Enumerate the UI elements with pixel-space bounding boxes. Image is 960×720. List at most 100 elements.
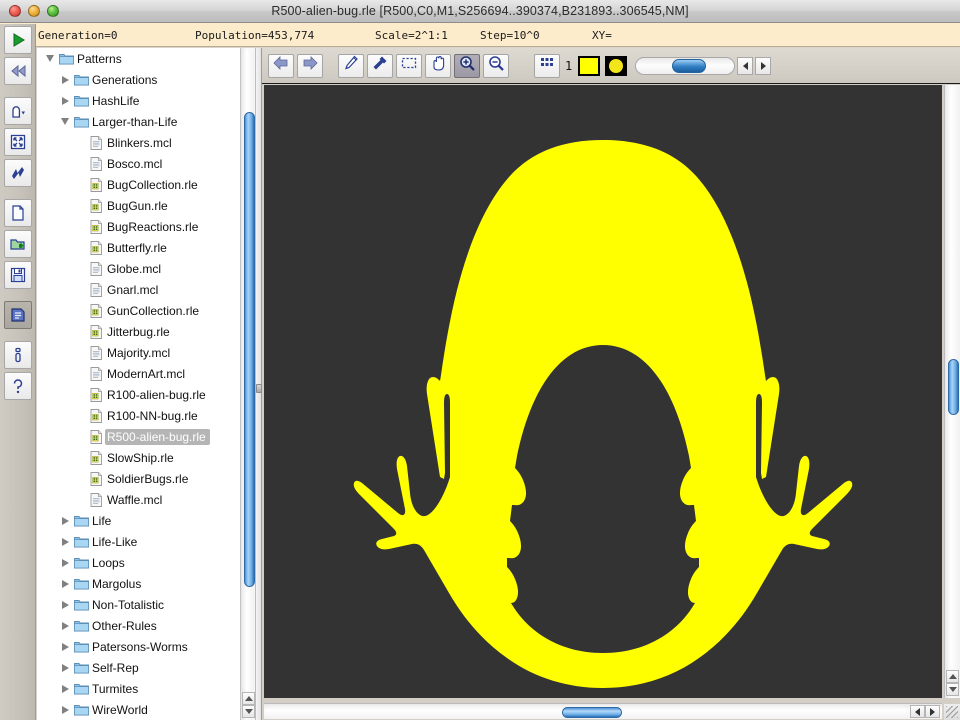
- vscroll-thumb[interactable]: [948, 359, 959, 415]
- scroll-arrows[interactable]: [242, 692, 255, 718]
- canvas-scroll-down-arrow-icon[interactable]: [946, 683, 959, 696]
- tree-item[interactable]: Larger-than-Life: [37, 111, 258, 132]
- disclosure-triangle-icon[interactable]: [58, 706, 72, 714]
- tree-item[interactable]: Majority.mcl: [37, 342, 258, 363]
- window-controls[interactable]: [9, 5, 59, 17]
- tree-item[interactable]: Non-Totalistic: [37, 594, 258, 615]
- pick-tool[interactable]: [367, 54, 393, 78]
- tree-item[interactable]: R100-NN-bug.rle: [37, 405, 258, 426]
- tree-item[interactable]: Loops: [37, 552, 258, 573]
- tree-item[interactable]: SoldierBugs.rle: [37, 468, 258, 489]
- scroll-down-arrow-icon[interactable]: [242, 705, 255, 718]
- show-patterns-button[interactable]: [4, 301, 32, 329]
- tree-item[interactable]: Margolus: [37, 573, 258, 594]
- disclosure-triangle-icon[interactable]: [58, 517, 72, 525]
- minimize-icon[interactable]: [28, 5, 40, 17]
- status-bar[interactable]: Generation=0 Population=453,774 Scale=2^…: [0, 23, 960, 47]
- disclosure-triangle-icon[interactable]: [58, 622, 72, 630]
- disclosure-triangle-icon[interactable]: [58, 76, 72, 84]
- vscroll-arrows[interactable]: [946, 670, 959, 696]
- tree-item[interactable]: Waffle.mcl: [37, 489, 258, 510]
- tree-item[interactable]: Patersons-Worms: [37, 636, 258, 657]
- resize-grip[interactable]: [944, 704, 960, 720]
- tree-item[interactable]: Butterfly.rle: [37, 237, 258, 258]
- scroll-up-arrow-icon[interactable]: [242, 692, 255, 705]
- canvas-scroll-right-arrow-icon[interactable]: [925, 705, 940, 718]
- tree-item[interactable]: Generations: [37, 69, 258, 90]
- disclosure-triangle-icon[interactable]: [58, 601, 72, 609]
- hscroll-track[interactable]: [266, 705, 906, 718]
- disclosure-triangle-icon[interactable]: [58, 538, 72, 546]
- pattern-canvas[interactable]: [264, 85, 942, 698]
- hscroll-thumb[interactable]: [562, 707, 622, 718]
- open-pattern-button[interactable]: [4, 230, 32, 258]
- draw-color-swatch[interactable]: [605, 56, 627, 76]
- slider-increment-button[interactable]: [755, 57, 771, 75]
- tree-item[interactable]: Other-Rules: [37, 615, 258, 636]
- move-tool[interactable]: [425, 54, 451, 78]
- maximize-icon[interactable]: [47, 5, 59, 17]
- tree-item[interactable]: Patterns: [37, 48, 258, 69]
- disclosure-triangle-icon[interactable]: [58, 580, 72, 588]
- tree-item[interactable]: BugReactions.rle: [37, 216, 258, 237]
- eyedropper-icon: [371, 54, 389, 77]
- tree-item[interactable]: GunCollection.rle: [37, 300, 258, 321]
- zoom-in-tool[interactable]: [454, 54, 480, 78]
- tree-item[interactable]: HashLife: [37, 90, 258, 111]
- scroll-track[interactable]: [242, 50, 254, 690]
- disclosure-triangle-icon[interactable]: [58, 559, 72, 567]
- redo-button[interactable]: [297, 54, 323, 78]
- canvas-scroll-up-arrow-icon[interactable]: [946, 670, 959, 683]
- rule-button[interactable]: [4, 97, 32, 125]
- tree-item[interactable]: Life: [37, 510, 258, 531]
- disclosure-triangle-icon[interactable]: [43, 55, 57, 62]
- tree-item[interactable]: WireWorld: [37, 699, 258, 720]
- help-button[interactable]: [4, 372, 32, 400]
- vscroll-track[interactable]: [946, 87, 959, 668]
- state-slider[interactable]: [635, 57, 735, 75]
- zoom-out-tool[interactable]: [483, 54, 509, 78]
- slider-decrement-button[interactable]: [737, 57, 753, 75]
- tree-item[interactable]: BugCollection.rle: [37, 174, 258, 195]
- hscroll-arrows[interactable]: [910, 705, 940, 718]
- disclosure-triangle-icon[interactable]: [58, 643, 72, 651]
- reset-button[interactable]: [4, 57, 32, 85]
- disclosure-triangle-icon[interactable]: [58, 664, 72, 672]
- fit-pattern-button[interactable]: [4, 128, 32, 156]
- info-button[interactable]: [4, 341, 32, 369]
- disclosure-triangle-icon[interactable]: [58, 685, 72, 693]
- tree-item[interactable]: Gnarl.mcl: [37, 279, 258, 300]
- play-button[interactable]: [4, 26, 32, 54]
- disclosure-triangle-icon[interactable]: [58, 97, 72, 105]
- pattern-tree-scrollbar[interactable]: [240, 48, 256, 720]
- undo-button[interactable]: [268, 54, 294, 78]
- save-pattern-button[interactable]: [4, 261, 32, 289]
- tree-item[interactable]: SlowShip.rle: [37, 447, 258, 468]
- close-icon[interactable]: [9, 5, 21, 17]
- tree-item[interactable]: Life-Like: [37, 531, 258, 552]
- scroll-thumb[interactable]: [244, 112, 255, 587]
- canvas-vertical-scrollbar[interactable]: [944, 85, 960, 698]
- canvas-scroll-left-arrow-icon[interactable]: [910, 705, 925, 718]
- tree-item[interactable]: Turmites: [37, 678, 258, 699]
- canvas-horizontal-scrollbar[interactable]: [264, 703, 942, 719]
- tree-item[interactable]: Bosco.mcl: [37, 153, 258, 174]
- draw-tool[interactable]: [338, 54, 364, 78]
- state-color-swatch[interactable]: [578, 56, 600, 76]
- patterns-icon: [9, 306, 27, 324]
- tree-item[interactable]: ModernArt.mcl: [37, 363, 258, 384]
- tree-item[interactable]: BugGun.rle: [37, 195, 258, 216]
- tree-item[interactable]: Jitterbug.rle: [37, 321, 258, 342]
- select-tool[interactable]: [396, 54, 422, 78]
- slider-knob[interactable]: [672, 59, 706, 73]
- pattern-tree[interactable]: PatternsGenerationsHashLifeLarger-than-L…: [37, 48, 258, 720]
- tree-item-selected[interactable]: R500-alien-bug.rle: [37, 426, 258, 447]
- disclosure-triangle-icon[interactable]: [58, 118, 72, 125]
- tree-item[interactable]: Self-Rep: [37, 657, 258, 678]
- tree-item[interactable]: Globe.mcl: [37, 258, 258, 279]
- tree-item[interactable]: R100-alien-bug.rle: [37, 384, 258, 405]
- new-pattern-button[interactable]: [4, 199, 32, 227]
- random-fill-button[interactable]: [4, 159, 32, 187]
- show-grid-button[interactable]: [534, 54, 560, 78]
- tree-item[interactable]: Blinkers.mcl: [37, 132, 258, 153]
